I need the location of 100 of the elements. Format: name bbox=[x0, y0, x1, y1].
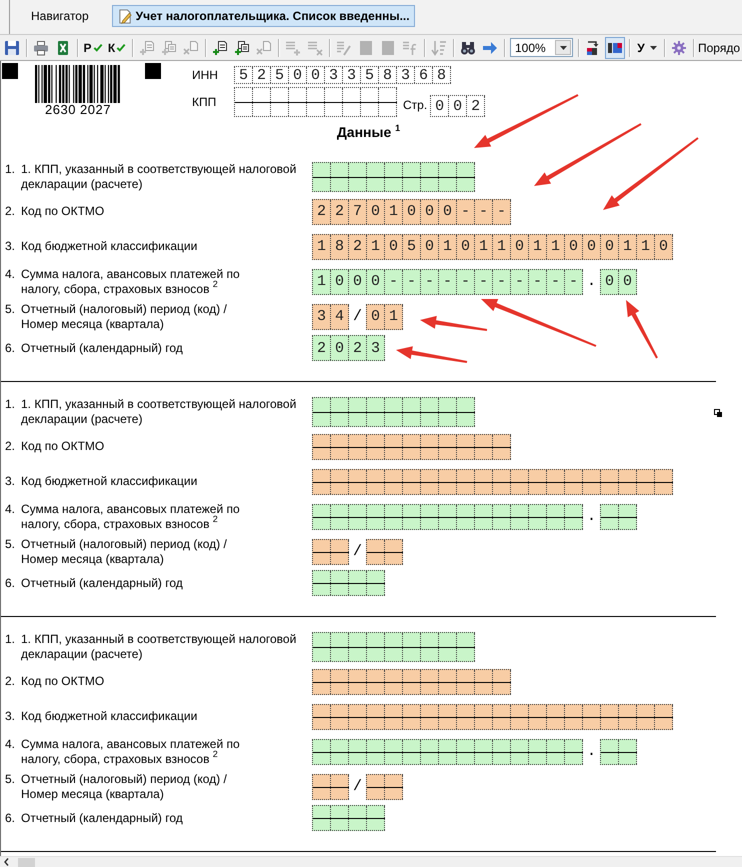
caret-icon bbox=[560, 46, 566, 50]
kbk-field[interactable] bbox=[312, 468, 673, 494]
field-separator: / bbox=[352, 544, 363, 559]
field-label: Отчетный (налоговый) период (код) / Номер месяца (квартала) bbox=[21, 536, 227, 566]
row-number: 1. bbox=[4, 632, 16, 646]
fraction-field[interactable]: 0 0 bbox=[600, 268, 637, 294]
check-icon bbox=[116, 43, 126, 52]
field-label: 1. КПП, указанный в соответствующей налоговой декларации (расчете) bbox=[21, 162, 296, 192]
amount-field[interactable] bbox=[312, 738, 583, 764]
field-label: КПП bbox=[192, 94, 218, 110]
kpp-field[interactable] bbox=[312, 396, 475, 426]
tab[interactable]: Навигатор bbox=[15, 5, 105, 27]
field-label: 1. КПП, указанный в соответствующей налоговой декларации (расчете) bbox=[21, 396, 296, 426]
oktmo-field[interactable] bbox=[312, 434, 511, 460]
field-label: Код по ОКТМО bbox=[21, 674, 104, 689]
copy-document-icon bbox=[234, 40, 250, 56]
field-label: 1. КПП, указанный в соответствующей налоговой декларации (расчете) bbox=[21, 632, 296, 662]
row-number: 3. bbox=[4, 474, 16, 489]
row-number: 6. bbox=[4, 340, 16, 356]
document-icon bbox=[118, 8, 133, 24]
scroll-left-icon[interactable] bbox=[4, 858, 9, 866]
month-number-field[interactable] bbox=[366, 538, 403, 564]
period-code-field[interactable] bbox=[312, 774, 349, 800]
kbk-field[interactable]: 1 8 2 1 0 5 0 1 0 1 1 0 1 1 0 0 0 1 1 0 bbox=[312, 234, 673, 260]
field-label: Отчетный (календарный) год bbox=[21, 340, 183, 356]
row-number: 1. bbox=[4, 162, 16, 176]
edit-list-icon bbox=[336, 40, 352, 56]
row-number: 6. bbox=[4, 810, 16, 826]
row-number: 2. bbox=[4, 204, 16, 219]
zoom-combo[interactable]: 100% bbox=[510, 38, 573, 57]
field-label: Сумма налога, авансовых платежей по налогу, сбора, страховых взносов $^{2}$ bbox=[21, 266, 240, 296]
page-number-field[interactable]: 0 0 2 bbox=[430, 95, 486, 117]
year-field[interactable] bbox=[312, 570, 385, 596]
row-number: 4. bbox=[4, 736, 16, 752]
row-number: 5. bbox=[4, 772, 16, 786]
kpp-field[interactable] bbox=[312, 632, 475, 662]
kbk-field[interactable] bbox=[312, 704, 673, 730]
field-label: Сумма налога, авансовых платежей по налогу, сбора, страховых взносов $^{2}$ bbox=[21, 502, 240, 532]
toolbar-button[interactable]: Порядо bbox=[697, 36, 740, 58]
amount-field[interactable]: 1 0 0 0 - - - - - - - - - - - bbox=[312, 268, 583, 294]
add-document-icon bbox=[212, 40, 228, 56]
delete-document-icon bbox=[256, 40, 272, 56]
period-code-field[interactable]: 3 4 bbox=[312, 304, 349, 330]
kpp-field[interactable] bbox=[312, 162, 475, 192]
field-label: Код бюджетной классификации bbox=[21, 474, 198, 489]
grid-arrow-icon bbox=[585, 40, 601, 56]
kpp-field[interactable] bbox=[234, 87, 397, 117]
caret-icon bbox=[650, 46, 657, 50]
inn-field[interactable]: 5 2 5 0 0 3 3 5 8 3 6 8 bbox=[234, 66, 451, 84]
layout-button[interactable] bbox=[605, 36, 625, 58]
binoculars-icon bbox=[460, 40, 476, 56]
row-number: 2. bbox=[4, 439, 16, 454]
horizontal-scrollbar[interactable] bbox=[0, 856, 742, 867]
row-number: 2. bbox=[4, 674, 16, 689]
month-number-field[interactable]: 0 1 bbox=[366, 304, 403, 330]
row-number: 1. bbox=[4, 396, 16, 412]
check-button[interactable]: Р bbox=[82, 36, 104, 58]
field-label: Код бюджетной классификации bbox=[21, 239, 198, 254]
row-number: 4. bbox=[4, 266, 16, 282]
tab[interactable]: Учет налогоплательщика. Список введенны... bbox=[112, 5, 415, 27]
delete-list-icon bbox=[307, 40, 323, 56]
dropdown-button[interactable] bbox=[555, 40, 571, 55]
field-label: Отчетный (налоговый) период (код) / Номер месяца (квартала) bbox=[21, 772, 227, 802]
field-label: Код по ОКТМО bbox=[21, 439, 104, 454]
formula-icon bbox=[402, 40, 418, 56]
square-icon bbox=[380, 40, 396, 56]
spreadsheet-icon bbox=[55, 40, 71, 56]
check-icon bbox=[92, 43, 102, 52]
field-label: Код по ОКТМО bbox=[21, 204, 104, 219]
annotation-arrow bbox=[396, 346, 468, 363]
square-icon bbox=[358, 40, 374, 56]
row-number: 5. bbox=[4, 536, 16, 552]
oktmo-field[interactable]: 2 2 7 0 1 0 0 0 - - - bbox=[312, 198, 511, 224]
oktmo-field[interactable] bbox=[312, 668, 511, 694]
row-number: 3. bbox=[4, 709, 16, 724]
row-number: 4. bbox=[4, 502, 16, 516]
field-separator: . bbox=[586, 509, 597, 524]
fraction-field[interactable] bbox=[600, 738, 637, 764]
year-field[interactable] bbox=[312, 805, 385, 831]
amount-field[interactable] bbox=[312, 504, 583, 530]
field-separator: . bbox=[586, 274, 597, 289]
period-code-field[interactable] bbox=[312, 538, 349, 564]
scrollbar-thumb[interactable] bbox=[18, 858, 35, 866]
row-number: 3. bbox=[4, 239, 16, 254]
month-number-field[interactable] bbox=[366, 774, 403, 800]
row-number: 6. bbox=[4, 576, 16, 590]
field-label: Отчетный (календарный) год bbox=[21, 576, 183, 590]
copy-document-icon bbox=[161, 40, 177, 56]
check-button[interactable]: К bbox=[106, 36, 128, 58]
field-label: Стр. bbox=[403, 98, 428, 113]
field-label: ИНН bbox=[192, 68, 219, 82]
menu-button[interactable]: У bbox=[633, 36, 661, 58]
field-label: Код бюджетной классификации bbox=[21, 709, 198, 724]
registration-mark-icon bbox=[145, 63, 161, 79]
field-separator: . bbox=[586, 744, 597, 759]
year-field[interactable]: 2 0 2 3 bbox=[312, 335, 385, 361]
barcode-number: 2630 2027 bbox=[45, 103, 111, 117]
fraction-field[interactable] bbox=[600, 504, 637, 530]
row-number: 5. bbox=[4, 302, 16, 316]
gear-icon bbox=[671, 40, 687, 56]
